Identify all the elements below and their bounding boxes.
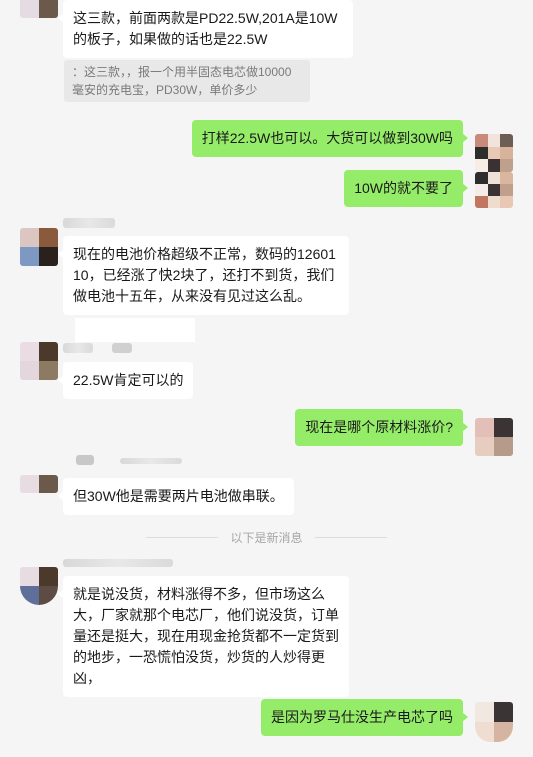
contact-avatar[interactable] — [20, 342, 58, 380]
sender-name — [63, 343, 93, 353]
divider-line — [314, 536, 387, 538]
my-avatar[interactable] — [475, 172, 513, 208]
sender-name — [112, 343, 132, 353]
quoted-text: ：这三款，，报一个用半固态电芯做10000毫安的充电宝，PD30W，单价多少 — [72, 65, 292, 97]
my-avatar[interactable] — [475, 418, 513, 456]
message-text: 但30W他是需要两片电池做串联。 — [73, 488, 284, 504]
divider-line — [146, 536, 219, 538]
my-avatar[interactable] — [475, 134, 513, 172]
sender-name — [63, 218, 115, 228]
contact-avatar[interactable] — [20, 475, 58, 493]
sender-name — [63, 559, 173, 567]
message-text: 现在是哪个原材料涨价? — [305, 419, 453, 435]
message-text: 是因为罗马仕没生产电芯了吗 — [271, 709, 453, 725]
message-text: 22.5W肯定可以的 — [73, 372, 184, 388]
contact-avatar[interactable] — [20, 228, 58, 266]
message-text: 这三款，前面两款是PD22.5W,201A是10W的板子，如果做的话也是22.5… — [73, 10, 338, 47]
message-text: 10W的就不要了 — [354, 180, 453, 196]
message-text: 现在的电池价格超级不正常，数码的1260110，已经涨了快2块了，还打不到货，我… — [73, 246, 336, 304]
message-bubble[interactable]: 是因为罗马仕没生产电芯了吗 — [261, 699, 468, 736]
sender-name — [120, 458, 182, 464]
message-bubble[interactable]: 打样22.5W也可以。大货可以做到30W吗 — [191, 120, 469, 157]
message-bubble[interactable]: 10W的就不要了 — [344, 170, 468, 207]
quoted-message[interactable]: ：这三款，，报一个用半固态电芯做10000毫安的充电宝，PD30W，单价多少 — [64, 60, 310, 102]
contact-avatar[interactable] — [20, 567, 58, 605]
message-bubble[interactable]: 现在是哪个原材料涨价? — [295, 409, 468, 446]
my-avatar[interactable] — [475, 702, 513, 742]
message-bubble[interactable]: 就是说没货，材料涨得不多，但市场这么大，厂家就那个电芯厂，他们说没货，订单量还是… — [58, 576, 349, 697]
message-text: 打样22.5W也可以。大货可以做到30W吗 — [201, 130, 453, 146]
sender-name — [76, 455, 94, 465]
redaction-patch — [75, 318, 195, 342]
message-text: 就是说没货，材料涨得不多，但市场这么大，厂家就那个电芯厂，他们说没货，订单量还是… — [73, 586, 339, 686]
divider-text: 以下是新消息 — [230, 530, 303, 545]
message-bubble[interactable]: 现在的电池价格超级不正常，数码的1260110，已经涨了快2块了，还打不到货，我… — [58, 236, 349, 315]
new-messages-divider: 以下是新消息 — [0, 527, 533, 547]
contact-avatar[interactable] — [20, 0, 58, 18]
message-bubble[interactable]: 但30W他是需要两片电池做串联。 — [58, 478, 294, 515]
message-bubble[interactable]: 22.5W肯定可以的 — [57, 362, 194, 399]
message-bubble[interactable]: 这三款，前面两款是PD22.5W,201A是10W的板子，如果做的话也是22.5… — [58, 0, 353, 58]
